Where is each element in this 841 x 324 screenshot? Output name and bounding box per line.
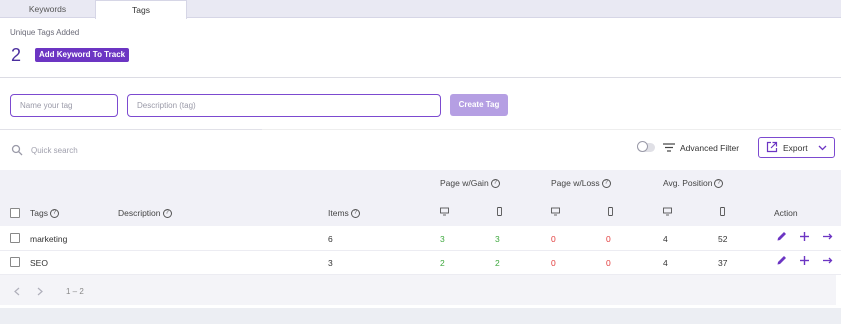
export-label: Export: [783, 143, 808, 153]
select-all-checkbox[interactable]: [10, 208, 20, 218]
help-icon[interactable]: ?: [162, 209, 172, 219]
tag-name[interactable]: marketing: [30, 234, 67, 244]
search-divider: [0, 129, 262, 130]
avg-position-group-header: Avg. Position?: [663, 178, 724, 189]
position-mobile-value: 52: [718, 234, 728, 244]
mobile-icon: [720, 207, 725, 216]
create-tag-button[interactable]: Create Tag: [450, 94, 508, 116]
gain-desktop-value: 2: [440, 258, 445, 268]
description-header-label: Description: [118, 208, 161, 218]
edit-icon[interactable]: [776, 255, 787, 266]
items-count: 3: [328, 258, 333, 268]
tags-header-label: Tags: [30, 208, 48, 218]
tag-description-input[interactable]: Description (tag): [127, 94, 441, 117]
position-mobile-value: 37: [718, 258, 728, 268]
advanced-filter-label[interactable]: Advanced Filter: [680, 143, 739, 153]
loss-mobile-value: 0: [606, 234, 611, 244]
help-icon[interactable]: ?: [601, 179, 611, 189]
unique-tags-label: Unique Tags Added: [10, 28, 80, 37]
loss-mobile-value: 0: [606, 258, 611, 268]
search-icon: [11, 144, 23, 156]
items-count: 6: [328, 234, 333, 244]
description-column-header[interactable]: Description?: [118, 208, 172, 219]
gain-desktop-value: 3: [440, 234, 445, 244]
chevron-left-icon[interactable]: [13, 287, 21, 296]
arrow-right-icon[interactable]: [822, 255, 833, 266]
items-column-header[interactable]: Items?: [328, 208, 360, 219]
section-divider: [0, 77, 841, 78]
avg-position-header-label: Avg. Position: [663, 178, 713, 188]
row-checkbox[interactable]: [10, 257, 20, 267]
export-icon: [766, 141, 778, 153]
toggle-knob[interactable]: [637, 141, 648, 152]
mobile-icon: [608, 207, 613, 216]
loss-desktop-value: 0: [551, 258, 556, 268]
mobile-icon: [497, 207, 502, 216]
gain-group-header: Page w/Gain?: [440, 178, 500, 189]
table-footer: [0, 275, 836, 305]
desktop-icon: [551, 207, 560, 216]
gain-mobile-value: 2: [495, 258, 500, 268]
help-icon[interactable]: ?: [350, 209, 360, 219]
desktop-icon: [663, 207, 672, 216]
loss-group-header: Page w/Loss?: [551, 178, 611, 189]
add-icon[interactable]: [799, 231, 810, 242]
table-row[interactable]: [0, 251, 841, 275]
position-desktop-value: 4: [663, 234, 668, 244]
tag-name-input[interactable]: Name your tag: [10, 94, 118, 117]
desktop-icon: [440, 207, 449, 216]
add-keyword-button[interactable]: Add Keyword To Track: [35, 48, 130, 62]
add-icon[interactable]: [799, 255, 810, 266]
bottom-strip: [0, 308, 841, 324]
arrow-right-icon[interactable]: [822, 231, 833, 242]
tab-tags[interactable]: Tags: [95, 0, 187, 19]
help-icon[interactable]: ?: [49, 209, 59, 219]
help-icon[interactable]: ?: [490, 179, 500, 189]
pagination-range: 1 – 2: [66, 287, 84, 296]
loss-header-label: Page w/Loss: [551, 178, 600, 188]
gain-header-label: Page w/Gain: [440, 178, 489, 188]
chevron-down-icon: [818, 145, 827, 151]
table-row[interactable]: [0, 227, 841, 251]
search-divider-light: [262, 129, 841, 130]
quick-search-input[interactable]: Quick search: [31, 146, 78, 155]
loss-desktop-value: 0: [551, 234, 556, 244]
unique-tags-count: 2: [11, 45, 22, 65]
gain-mobile-value: 3: [495, 234, 500, 244]
tag-name[interactable]: SEO: [30, 258, 48, 268]
tab-keywords[interactable]: Keywords: [0, 0, 95, 18]
items-header-label: Items: [328, 208, 349, 218]
edit-icon[interactable]: [776, 231, 787, 242]
help-icon[interactable]: ?: [714, 179, 724, 189]
chevron-right-icon[interactable]: [36, 287, 44, 296]
tags-column-header[interactable]: Tags?: [30, 208, 59, 219]
action-column-header: Action: [774, 208, 798, 218]
row-checkbox[interactable]: [10, 233, 20, 243]
filter-icon: [663, 143, 675, 152]
position-desktop-value: 4: [663, 258, 668, 268]
